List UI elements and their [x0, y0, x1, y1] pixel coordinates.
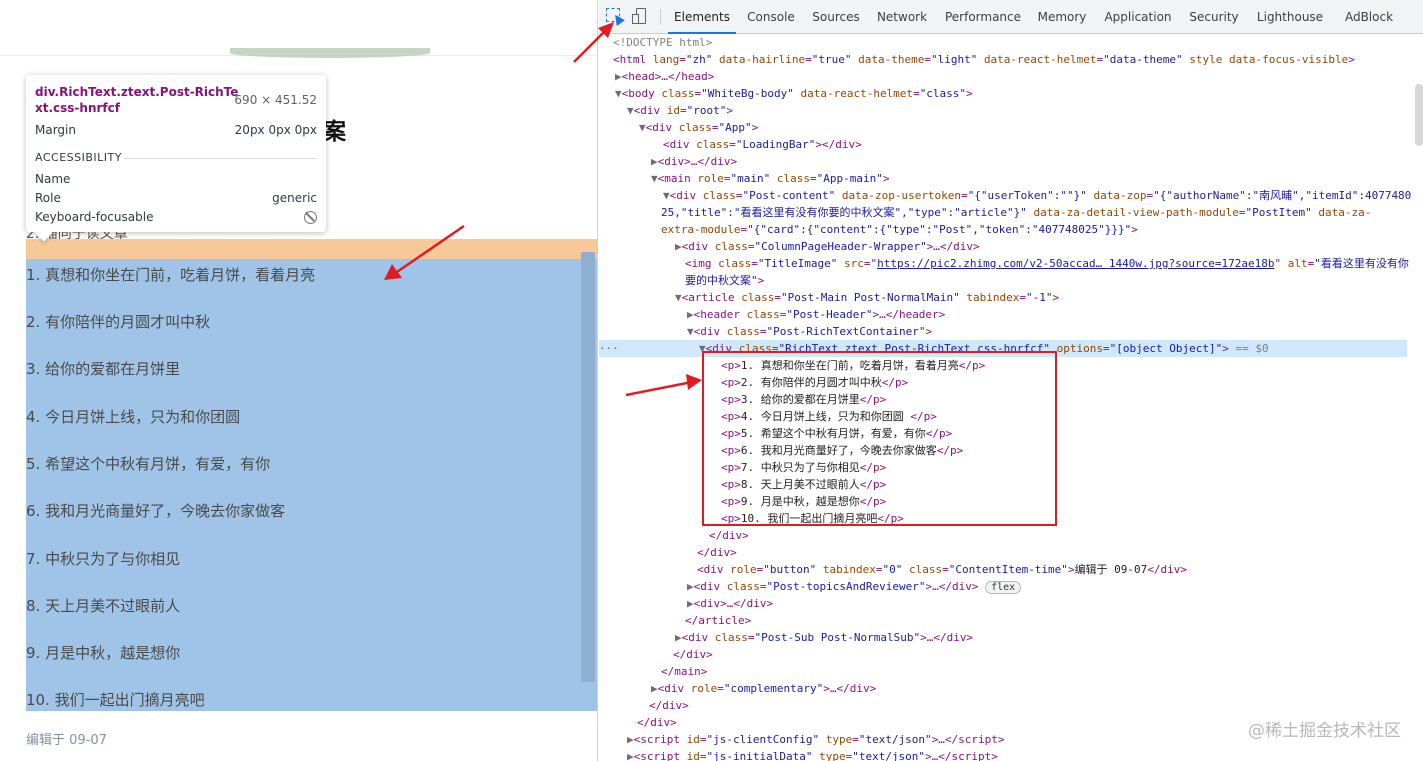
article-paragraph: 5. 希望这个中秋有月饼，有爱，有你	[26, 455, 271, 473]
article-paragraph: 9. 月是中秋，越是想你	[26, 644, 181, 662]
tab-sources[interactable]: Sources	[807, 0, 865, 34]
dom-node[interactable]: ▼<body class="WhiteBg-body" data-react-h…	[599, 85, 1407, 102]
edit-time[interactable]: 编辑于 09-07	[26, 729, 107, 748]
tab-security[interactable]: Security	[1186, 0, 1242, 34]
inspect-tooltip: div.RichText.ztext.Post-RichText.css-hnr…	[26, 75, 326, 242]
annotation-arrow-icon	[384, 224, 465, 280]
annotation-highlight-box	[702, 351, 1057, 526]
dom-node[interactable]: </div>	[599, 646, 1407, 663]
page-scrollbar-thumb[interactable]	[581, 252, 595, 682]
dom-node[interactable]: ▶<div role="complementary">…</div>	[599, 680, 1407, 697]
dom-node[interactable]: ▶<div class="Post-topicsAndReviewer">…</…	[599, 578, 1407, 595]
tab-lighthouse[interactable]: Lighthouse	[1255, 0, 1325, 34]
annotation-arrow-icon	[625, 374, 702, 397]
tooltip-name-label: Name	[35, 172, 71, 186]
dom-node[interactable]: </div>	[599, 527, 1407, 544]
dom-node[interactable]: ▼<div class="Post-RichTextContainer">	[599, 323, 1407, 340]
dom-node-wrap: 25,"title":"看看这里有没有你要的中秋文案","type":"arti…	[661, 206, 1372, 219]
article-paragraph: 7. 中秋只为了与你相见	[26, 550, 181, 568]
article-paragraph: 6. 我和月光商量好了，今晚去你家做客	[26, 502, 286, 520]
dom-node[interactable]: ▼<div id="root">	[599, 102, 1407, 119]
tab-application[interactable]: Application	[1099, 0, 1177, 34]
margin-highlight	[26, 239, 597, 259]
tooltip-role-label: Role	[35, 191, 61, 205]
dom-node[interactable]: <html lang="zh" data-hairline="true" dat…	[599, 51, 1407, 68]
dom-node[interactable]: </div>	[599, 697, 1407, 714]
flex-badge[interactable]: flex	[985, 581, 1022, 594]
article-paragraph: 2. 有你陪伴的月圆才叫中秋	[26, 313, 211, 331]
more-actions-icon[interactable]: ···	[599, 340, 619, 357]
tooltip-margin-value: 20px 0px 0px	[234, 123, 317, 137]
tooltip-name-row: Name	[35, 172, 317, 188]
dom-node-wrap: 要的中秋文案">	[685, 274, 765, 287]
image-src-link[interactable]: https://pic2.zhimg.com/v2-50accad… 1440w…	[877, 257, 1274, 270]
not-allowed-icon	[304, 211, 317, 224]
tooltip-selector: div.RichText.ztext.Post-RichText.css-hnr…	[35, 85, 239, 115]
rich-text-highlight[interactable]: 1. 真想和你坐在门前，吃着月饼，看着月亮 2. 有你陪伴的月圆才叫中秋 3. …	[26, 259, 597, 711]
tooltip-size: 690 × 451.52	[234, 93, 317, 107]
dom-node[interactable]: ▶<script id="js-initialData" type="text/…	[599, 748, 1407, 761]
dom-node[interactable]: ▶<head>…</head>	[599, 68, 1407, 85]
dom-node[interactable]: </main>	[599, 663, 1407, 680]
dom-node[interactable]: ▼<div class="App">	[599, 119, 1407, 136]
tab-elements[interactable]: Elements	[668, 0, 736, 34]
dom-node[interactable]: <div role="button" tabindex="0" class="C…	[599, 561, 1407, 578]
dom-node[interactable]: ▶<div class="ColumnPageHeader-Wrapper">……	[599, 238, 1407, 255]
tooltip-focusable-label: Keyboard-focusable	[35, 210, 154, 224]
tab-adblock[interactable]: AdBlock	[1341, 0, 1397, 34]
tab-performance[interactable]: Performance	[941, 0, 1025, 34]
article-paragraph: 10. 我们一起出门摘月亮吧	[26, 691, 205, 709]
watermark: @稀土掘金技术社区	[1248, 721, 1401, 741]
article-paragraph: 4. 今日月饼上线，只为和你团圆	[26, 408, 241, 426]
article-paragraph: 3. 给你的爱都在月饼里	[26, 360, 181, 378]
article-paragraph: 8. 天上月美不过眼前人	[26, 597, 181, 615]
tooltip-accessibility-title: ACCESSIBILITY	[35, 151, 122, 164]
devtools-scrollbar-thumb[interactable]	[1415, 84, 1423, 146]
tooltip-margin-label: Margin	[35, 123, 76, 137]
tooltip-role-value: generic	[272, 191, 317, 205]
tab-network[interactable]: Network	[871, 0, 933, 34]
dom-node[interactable]: <div class="LoadingBar"></div>	[599, 136, 1407, 153]
dom-node-wrap: extra-module="{"card":{"content":{"type"…	[661, 223, 1138, 236]
device-toolbar-icon[interactable]	[632, 8, 650, 26]
tab-console[interactable]: Console	[742, 0, 800, 34]
dom-node[interactable]: <!DOCTYPE html>	[599, 34, 1407, 51]
dom-node[interactable]: ▼<div class="Post-content" data-zop-user…	[599, 187, 1411, 204]
dom-node[interactable]: ▼<article class="Post-Main Post-NormalMa…	[599, 289, 1407, 306]
dom-node[interactable]: ▶<header class="Post-Header">…</header>	[599, 306, 1407, 323]
toolbar-separator	[660, 9, 661, 25]
article-paragraph: 1. 真想和你坐在门前，吃着月饼，看着月亮	[26, 266, 316, 284]
dom-node[interactable]: </article>	[599, 612, 1407, 629]
page-viewport: 文案 2. 猫同于读文章 1. 真想和你坐在门前，吃着月饼，看着月亮 2. 有你…	[0, 0, 598, 761]
tooltip-margin-row: Margin 20px 0px 0px	[35, 123, 317, 139]
tab-memory[interactable]: Memory	[1033, 0, 1091, 34]
tooltip-focusable-row: Keyboard-focusable	[35, 210, 317, 226]
title-image-edge	[230, 48, 430, 58]
dom-node[interactable]: </div>	[599, 544, 1407, 561]
devtools-toolbar: Elements Console Sources Network Perform…	[599, 0, 1423, 34]
dom-node[interactable]: ▼<main role="main" class="App-main">	[599, 170, 1407, 187]
dom-node[interactable]: ▶<div class="Post-Sub Post-NormalSub">…<…	[599, 629, 1407, 646]
dom-node[interactable]: <img class="TitleImage" src="https://pic…	[599, 255, 1409, 272]
dom-node[interactable]: ▶<div>…</div>	[599, 595, 1407, 612]
annotation-arrow-icon	[573, 22, 614, 63]
tooltip-role-row: Role generic	[35, 191, 317, 207]
dom-node[interactable]: ▶<div>…</div>	[599, 153, 1407, 170]
tooltip-divider	[124, 158, 317, 159]
